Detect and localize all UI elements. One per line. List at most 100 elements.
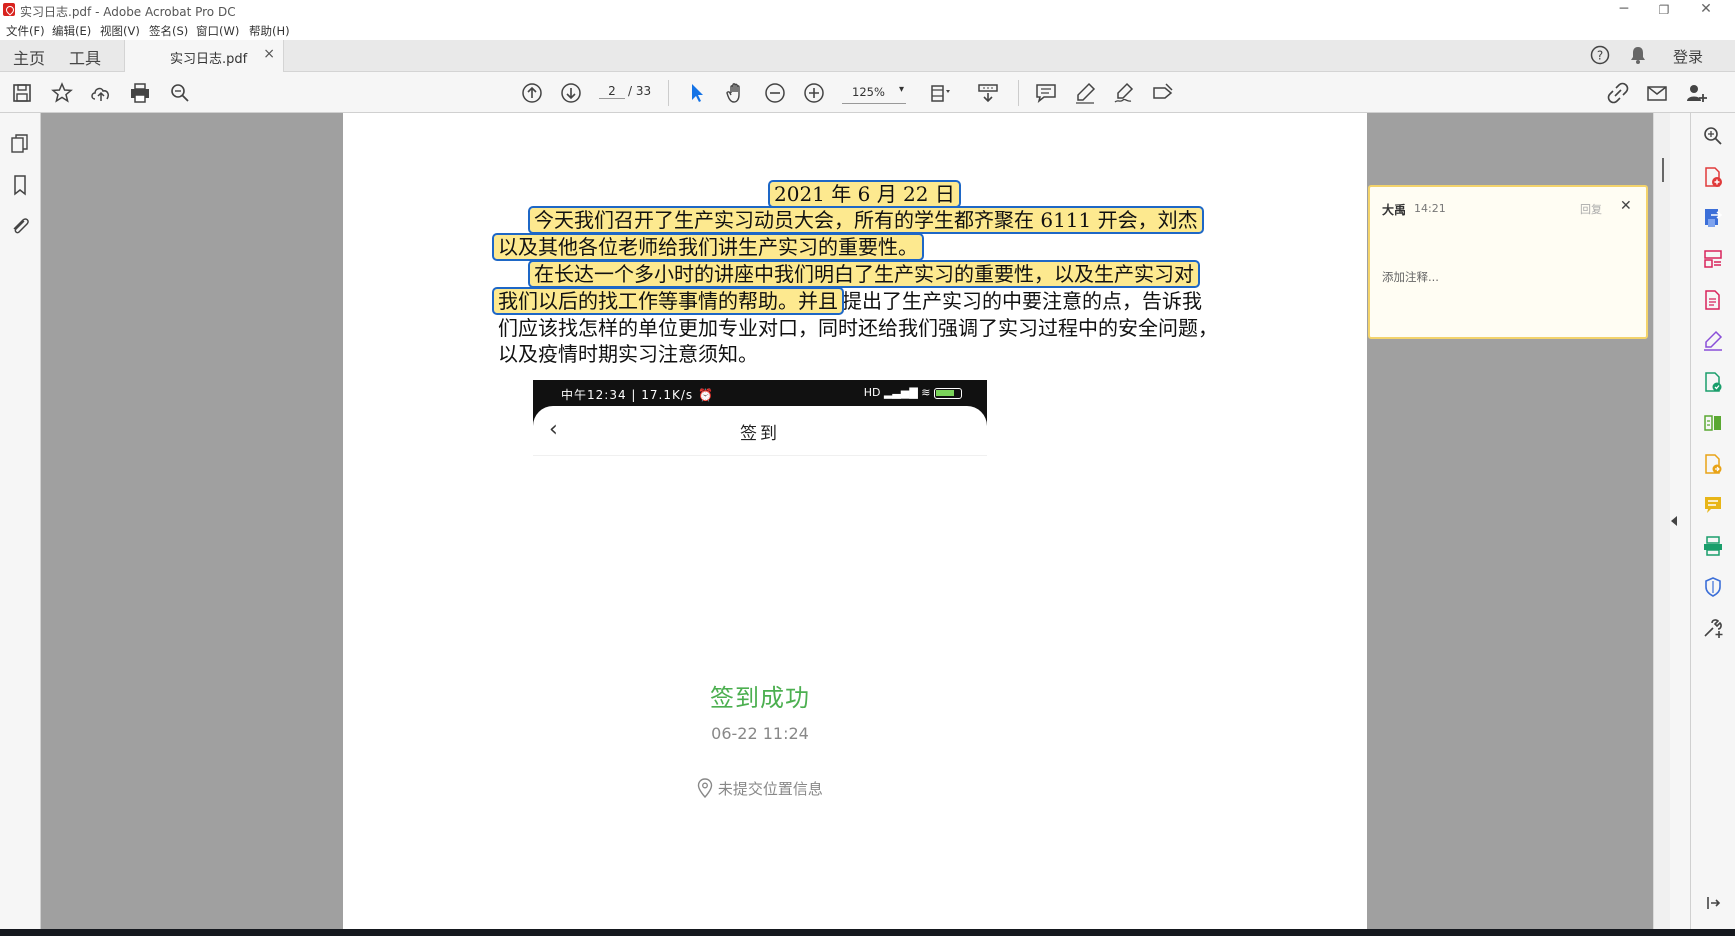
request-signature-icon[interactable] [1702,371,1724,393]
maximize-button[interactable]: ❐ [1644,3,1684,17]
edit-pdf-icon[interactable] [1702,289,1724,311]
menu-file[interactable]: 文件(F) [6,23,45,39]
phone-signal-text: HD ▂▃▅▇ ≋ [863,386,931,399]
battery-icon [934,387,962,399]
notifications-bell-icon[interactable] [1628,45,1648,69]
search-zoom-icon[interactable] [1702,125,1724,147]
page-fit-icon[interactable] [928,81,952,105]
minimize-button[interactable]: ─ [1604,1,1644,17]
document-date[interactable]: 2021 年 6 月 22 日 [768,180,961,208]
collapse-tools-icon[interactable] [1702,892,1724,914]
comment-reply-button[interactable]: 回复 [1580,201,1602,217]
checkin-time: 06-22 11:24 [711,724,809,743]
title-bar: 实习日志.pdf - Adobe Acrobat Pro DC ─ ❐ ✕ [0,0,1735,20]
paragraph-line[interactable]: 们应该找怎样的单位更加专业对口，同时还给我们强调了实习过程中的安全问题， [498,316,1218,340]
zoom-select[interactable]: 125% ▾ [842,82,906,104]
find-zoom-icon[interactable] [168,81,192,105]
menu-help[interactable]: 帮助(H) [249,23,290,39]
bookmarks-icon[interactable] [9,174,31,196]
location-status: 未提交位置信息 [533,778,987,799]
body-text[interactable]: 提出了生产实习的中要注意的点，告诉我 [842,289,1202,313]
highlighted-text[interactable]: 我们以后的找工作等事情的帮助。并且 [492,287,844,315]
compare-files-icon[interactable] [1702,412,1724,434]
previous-page-icon[interactable] [520,81,544,105]
upload-cloud-icon[interactable] [89,81,113,105]
attachments-icon[interactable] [9,215,31,237]
location-status-label: 未提交位置信息 [717,780,823,798]
scan-ocr-icon[interactable] [1702,535,1724,557]
save-icon[interactable] [10,81,34,105]
tab-close-button[interactable]: × [263,46,275,62]
email-icon[interactable] [1645,81,1669,105]
comment-icon[interactable] [1034,81,1058,105]
embedded-phone-nav: ‹ 签到 [533,406,987,456]
highlighted-text[interactable]: 以及其他各位老师给我们讲生产实习的重要性。 [492,233,924,261]
paragraph-line[interactable]: 我们以后的找工作等事情的帮助。并且 提出了生产实习的中要注意的点，告诉我 [492,287,1202,315]
help-icon[interactable]: ? [1590,45,1610,69]
chevron-down-icon: ▾ [898,84,904,95]
tab-tools[interactable]: 工具 [69,45,101,69]
add-user-icon[interactable] [1684,81,1708,105]
comment-author: 大禹 [1382,203,1407,217]
highlighted-text[interactable]: 今天我们召开了生产实习动员大会，所有的学生都齐聚在 6111 开会，刘杰 [528,206,1204,234]
next-page-icon[interactable] [559,81,583,105]
zoom-value: 125% [852,85,885,99]
desktop-taskbar-strip [0,929,1735,936]
page-thumbnails-icon[interactable] [9,133,31,155]
send-review-icon[interactable] [1702,453,1724,475]
paragraph-line[interactable]: 以及疫情时期实习注意须知。 [498,342,758,366]
login-button[interactable]: 登录 [1673,46,1703,67]
edit-tag-icon[interactable] [1151,81,1175,105]
zoom-out-icon[interactable] [763,81,787,105]
tab-document-label: 实习日志.pdf [170,52,248,67]
comment-input[interactable]: 添加注释... [1382,269,1439,285]
paragraph-line[interactable]: 在长达一个多小时的讲座中我们明白了生产实习的重要性，以及生产实习对 [528,260,1200,288]
scroll-mode-icon[interactable] [976,81,1000,105]
share-link-icon[interactable] [1606,81,1630,105]
menu-window[interactable]: 窗口(W) [196,23,239,39]
acrobat-logo-icon [3,3,15,16]
select-pointer-icon[interactable] [685,81,709,105]
toolbar-divider [1018,80,1019,106]
export-pdf-icon[interactable] [1702,207,1724,229]
comment-tool-icon[interactable] [1702,494,1724,516]
close-window-button[interactable]: ✕ [1686,1,1726,17]
svg-text:?: ? [1597,49,1603,63]
window-title: 实习日志.pdf - Adobe Acrobat Pro DC [20,5,236,19]
checkin-success-text: 签到成功 [710,684,810,712]
phone-status-left: 中午12:34 | 17.1K/s ⏰ [561,388,714,402]
menu-edit[interactable]: 编辑(E) [52,23,91,39]
tab-home[interactable]: 主页 [13,45,45,69]
bookmark-star-icon[interactable] [50,81,74,105]
protect-shield-icon[interactable] [1702,576,1724,598]
page-navigator: 2 / 33 [599,82,654,104]
page-total: / 33 [628,84,652,98]
print-icon[interactable] [128,81,152,105]
sign-pen-icon[interactable] [1112,81,1136,105]
menu-sign[interactable]: 签名(S) [149,23,188,39]
menu-view[interactable]: 视图(V) [100,23,140,39]
menu-bar: 文件(F) 编辑(E) 视图(V) 签名(S) 窗口(W) 帮助(H) [0,20,1735,40]
highlighted-text[interactable]: 在长达一个多小时的讲座中我们明白了生产实习的重要性，以及生产实习对 [528,260,1200,288]
fill-sign-icon[interactable] [1702,330,1724,352]
paragraph-line[interactable]: 今天我们召开了生产实习动员大会，所有的学生都齐聚在 6111 开会，刘杰 [528,206,1204,234]
highlight-pen-icon[interactable] [1073,81,1097,105]
main-toolbar: 2 / 33 125% ▾ [0,72,1735,113]
highlighted-text[interactable]: 2021 年 6 月 22 日 [768,180,961,208]
tab-document[interactable]: 实习日志.pdf × [124,40,284,72]
create-pdf-icon[interactable] [1702,166,1724,188]
toolbar-divider [668,80,669,106]
more-tools-icon[interactable] [1702,617,1724,639]
collapse-right-pane-icon[interactable] [1671,516,1677,526]
zoom-in-icon[interactable] [802,81,826,105]
comment-card[interactable]: 大禹 14:21 回复 ✕ 添加注释... [1368,185,1648,339]
comment-close-button[interactable]: ✕ [1620,198,1632,214]
vertical-scrollbar[interactable] [1653,113,1670,929]
phone-status-right: HD ▂▃▅▇ ≋ [864,386,962,399]
tabs-row: 主页 工具 实习日志.pdf × ? 登录 [0,40,1735,72]
paragraph-line[interactable]: 以及其他各位老师给我们讲生产实习的重要性。 [492,233,924,261]
hand-tool-icon[interactable] [724,81,748,105]
scrollbar-thumb[interactable] [1662,158,1664,182]
page-number-input[interactable]: 2 [599,84,625,99]
organize-pages-icon[interactable] [1702,248,1724,270]
